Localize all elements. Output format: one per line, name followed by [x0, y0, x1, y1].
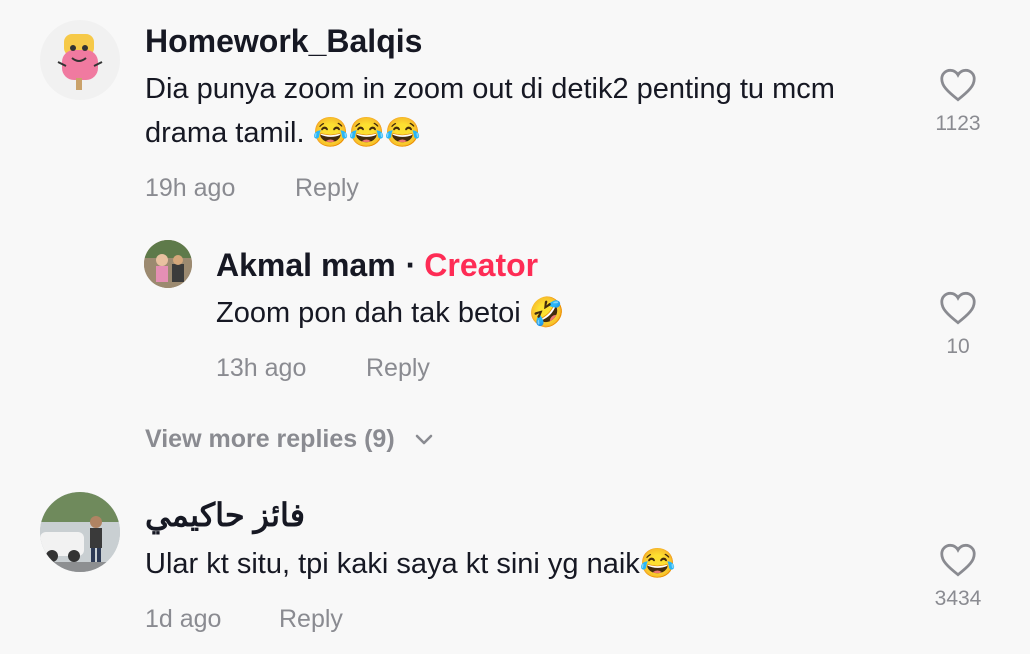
comment-username[interactable]: Homework_Balqis	[145, 22, 422, 60]
popsicle-avatar-icon	[57, 34, 103, 90]
comment-text: Dia punya zoom in zoom out di detik2 pen…	[145, 73, 835, 149]
child-photo-avatar-icon	[144, 240, 192, 288]
avatar-akmal-mam[interactable]	[144, 240, 192, 288]
reply-text: Zoom pon dah tak betoi 🤣	[216, 297, 565, 329]
reply-button[interactable]: Reply	[295, 173, 359, 203]
like-button[interactable]: 1123	[918, 68, 998, 136]
like-count: 1123	[935, 112, 981, 135]
comment-username[interactable]: فائز حاكيمي	[145, 496, 305, 534]
reply-username-text[interactable]: Akmal mam	[216, 247, 396, 283]
avatar-faiz-hakimi[interactable]	[40, 492, 120, 572]
reply-button[interactable]: Reply	[366, 353, 430, 383]
chevron-down-icon	[415, 435, 432, 445]
comment-time: 1d ago	[145, 605, 222, 633]
like-count: 3434	[934, 587, 982, 610]
street-photo-avatar-icon	[40, 492, 120, 572]
like-button[interactable]: 10	[918, 291, 998, 359]
heart-icon	[940, 291, 976, 325]
comment-list: Homework_Balqis Dia punya zoom in zoom o…	[0, 0, 1030, 654]
avatar-homework-balqis[interactable]	[40, 20, 120, 100]
view-more-replies-label: View more replies (9)	[145, 425, 395, 453]
comment-text: Ular kt situ, tpi kaki saya kt sini yg n…	[145, 548, 676, 580]
reply-button[interactable]: Reply	[279, 604, 343, 634]
reply-username[interactable]: Akmal mam · Creator	[216, 246, 538, 284]
view-more-replies-button[interactable]: View more replies (9)	[145, 425, 434, 454]
heart-icon	[940, 543, 976, 577]
like-count: 10	[946, 335, 970, 358]
like-button[interactable]: 3434	[918, 543, 998, 611]
heart-icon	[940, 68, 976, 102]
creator-badge: Creator	[424, 247, 539, 283]
reply-time: 13h ago	[216, 354, 307, 382]
comment-time: 19h ago	[145, 174, 236, 202]
separator-dot: ·	[405, 247, 417, 283]
